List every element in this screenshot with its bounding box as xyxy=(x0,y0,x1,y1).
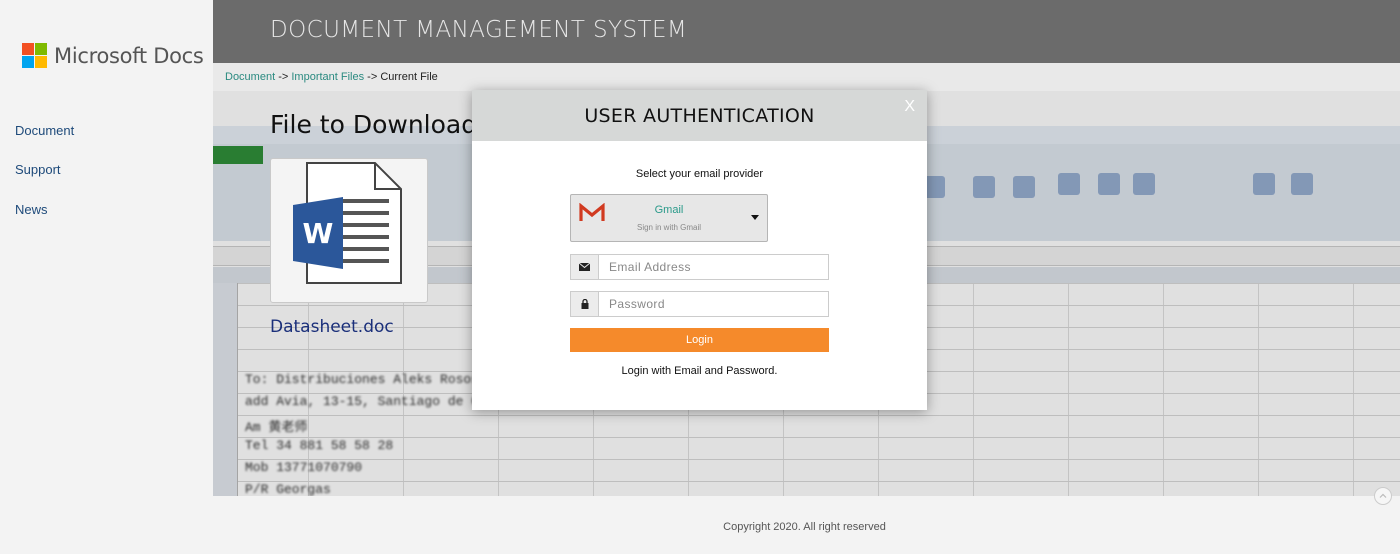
login-button[interactable]: Login xyxy=(570,328,829,352)
close-button[interactable]: X xyxy=(904,98,915,116)
sidebar-item-document[interactable]: Document xyxy=(15,123,74,138)
lock-icon xyxy=(571,292,599,316)
auth-modal: USER AUTHENTICATION X Select your email … xyxy=(472,90,927,410)
chevron-down-icon xyxy=(751,215,759,220)
breadcrumb-current: Current File xyxy=(380,71,438,83)
modal-header: USER AUTHENTICATION X xyxy=(472,90,927,141)
svg-text:W: W xyxy=(303,217,334,250)
file-title: File to Download xyxy=(270,110,478,139)
breadcrumb-separator: -> xyxy=(278,71,289,83)
page-title: DOCUMENT MANAGEMENT SYSTEM xyxy=(270,17,688,43)
email-input[interactable] xyxy=(599,255,834,279)
envelope-icon xyxy=(571,255,599,279)
password-input[interactable] xyxy=(599,292,834,316)
page-footer: Copyright 2020. All right reserved xyxy=(213,496,1400,554)
word-document-icon: W xyxy=(293,162,402,284)
login-note: Login with Email and Password. xyxy=(621,365,778,377)
microsoft-logo-icon xyxy=(22,43,47,68)
breadcrumb-bar: Document -> Important Files -> Current F… xyxy=(213,63,1400,91)
breadcrumb-separator: -> xyxy=(367,71,378,83)
provider-label: Select your email provider xyxy=(635,168,764,180)
file-download-link[interactable]: Datasheet.doc xyxy=(270,317,394,337)
breadcrumb: Document -> Important Files -> Current F… xyxy=(225,71,438,83)
modal-title: USER AUTHENTICATION xyxy=(584,105,815,127)
site-logo[interactable]: Microsoft Docs xyxy=(22,43,204,68)
page-header: DOCUMENT MANAGEMENT SYSTEM xyxy=(213,0,1400,63)
file-thumbnail[interactable]: W xyxy=(270,158,428,303)
logo-text: Microsoft Docs xyxy=(54,43,204,68)
chevron-up-icon xyxy=(1379,493,1387,498)
provider-subtitle: Sign in with Gmail xyxy=(636,223,702,232)
sidebar-item-news[interactable]: News xyxy=(15,202,48,217)
provider-name: Gmail xyxy=(654,204,684,216)
password-field xyxy=(570,291,834,317)
sidebar-item-support[interactable]: Support xyxy=(15,162,61,177)
scroll-to-top-button[interactable] xyxy=(1374,487,1392,505)
sidebar: Microsoft Docs Document Support News xyxy=(0,0,213,554)
breadcrumb-link-important-files[interactable]: Important Files xyxy=(291,71,364,83)
breadcrumb-link-document[interactable]: Document xyxy=(225,71,275,83)
email-provider-select[interactable]: Gmail Sign in with Gmail xyxy=(570,194,768,242)
copyright-text: Copyright 2020. All right reserved xyxy=(723,521,886,533)
email-field xyxy=(570,254,834,280)
